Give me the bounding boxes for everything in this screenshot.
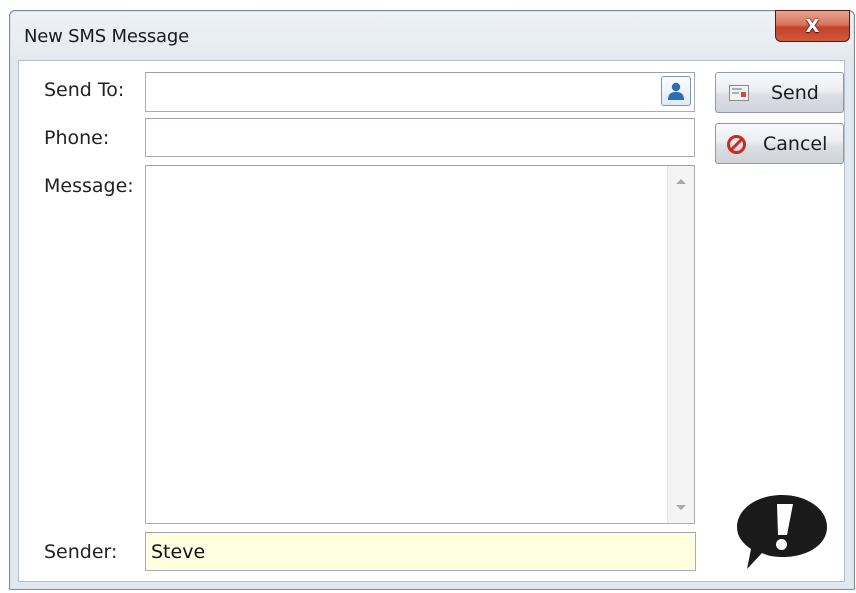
send-to-field[interactable] — [145, 72, 695, 112]
exclamation-speech-bubble-icon — [737, 495, 827, 569]
scroll-down-arrow-icon[interactable] — [676, 505, 686, 510]
cancel-button[interactable]: Cancel — [715, 123, 844, 164]
sender-value: Steve — [151, 540, 206, 563]
message-label: Message: — [44, 175, 134, 197]
contact-person-icon — [668, 82, 684, 100]
send-message-icon — [729, 85, 749, 101]
close-button[interactable]: X — [775, 10, 850, 42]
phone-field[interactable] — [145, 118, 695, 157]
close-icon: X — [805, 15, 820, 37]
send-to-label: Send To: — [44, 79, 125, 101]
phone-label: Phone: — [44, 127, 110, 149]
send-button[interactable]: Send — [715, 72, 844, 113]
message-textarea[interactable] — [145, 165, 695, 524]
window-title: New SMS Message — [24, 26, 189, 47]
dialog-client-area: Send To: Phone: Message: Sender: Steve S… — [18, 60, 845, 582]
title-bar[interactable]: New SMS Message X — [10, 10, 854, 60]
prohibited-circle-icon — [727, 135, 746, 154]
contact-picker-button[interactable] — [661, 76, 691, 106]
sender-field[interactable]: Steve — [145, 532, 696, 571]
sms-dialog-window: New SMS Message X Send To: Phone: Messag… — [9, 10, 855, 590]
sender-label: Sender: — [44, 541, 118, 563]
scroll-up-arrow-icon[interactable] — [676, 179, 686, 184]
cancel-button-label: Cancel — [763, 133, 828, 155]
send-button-label: Send — [771, 82, 819, 104]
message-scrollbar[interactable] — [667, 166, 694, 523]
